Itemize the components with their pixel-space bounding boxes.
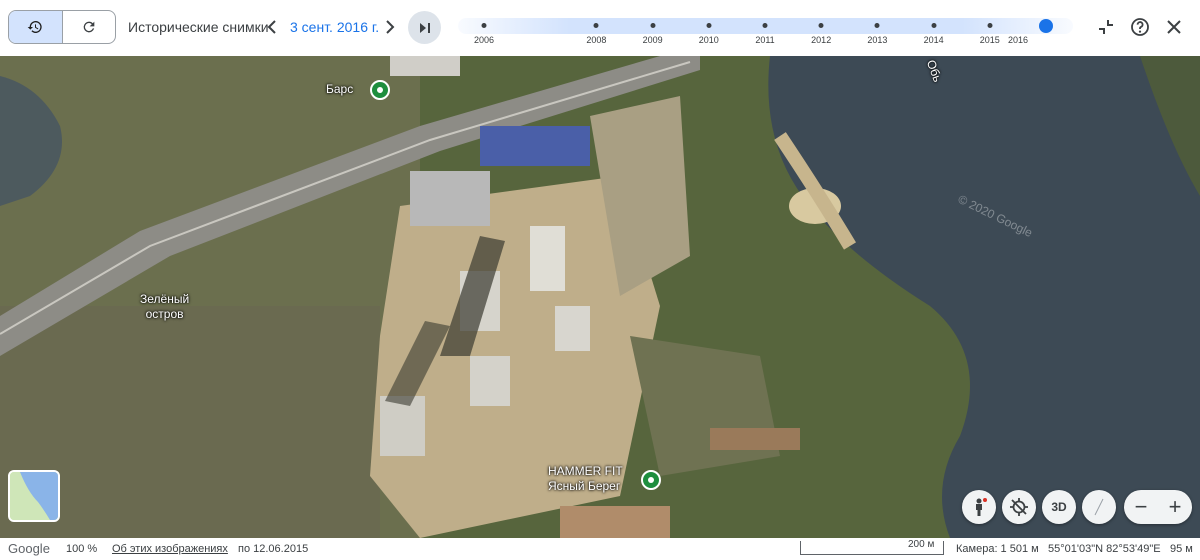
timeline-year-label: 2016 xyxy=(1007,35,1029,45)
history-icon xyxy=(27,21,42,33)
zoom-in-button[interactable]: + xyxy=(1158,490,1192,524)
timeline-dot-2011[interactable] xyxy=(762,23,768,28)
timeline-year-label: 2012 xyxy=(811,35,832,45)
timeline-dot-2015[interactable] xyxy=(987,23,993,28)
minimap-icon xyxy=(10,472,58,520)
google-logo: Google xyxy=(8,541,50,556)
zoom-level: 100 % xyxy=(66,543,98,555)
scale-label: 200 м xyxy=(908,539,935,550)
timeline-dot-2014[interactable] xyxy=(931,23,937,28)
mode-toggle xyxy=(8,10,116,44)
timeline-dot-2012[interactable] xyxy=(818,23,824,28)
historical-imagery-label: Исторические снимки xyxy=(128,19,269,35)
close-button[interactable] xyxy=(1162,15,1186,39)
timeline-year-label: 2009 xyxy=(642,35,663,45)
current-date-label[interactable]: 3 сент. 2016 г. xyxy=(290,19,379,35)
close-icon xyxy=(1167,20,1181,34)
about-imagery-link[interactable]: Об этих изображениях xyxy=(112,543,228,555)
hammer-fit-place-pin[interactable] xyxy=(641,470,661,490)
coordinates: 55°01'03"N 82°53'49"E xyxy=(1048,543,1161,555)
elevation: 95 м xyxy=(1170,543,1193,555)
timeline-dot-2006[interactable] xyxy=(481,23,487,28)
hammer-fit-label[interactable]: HAMMER FIT Ясный Берег xyxy=(548,464,623,494)
refresh-icon xyxy=(83,21,95,33)
imagery-date: по 12.06.2015 xyxy=(238,543,309,555)
timeline-year-label: 2006 xyxy=(473,35,495,45)
location-off-icon xyxy=(1010,498,1028,516)
skip-to-latest-button[interactable] xyxy=(408,11,441,44)
three-d-label: 3D xyxy=(1051,500,1067,514)
timeline-slider[interactable] xyxy=(458,18,1073,34)
skip-to-latest-icon xyxy=(419,22,430,33)
location-off-button[interactable] xyxy=(1002,490,1036,524)
timeline-dot-2010[interactable] xyxy=(706,23,712,28)
timeline-year-label: 2011 xyxy=(755,35,775,45)
timeline-dot-2008[interactable] xyxy=(593,23,599,28)
historical-imagery-toolbar: Исторические снимки 3 сент. 2016 г. 2006… xyxy=(0,0,1200,56)
collapse-button[interactable] xyxy=(1094,15,1118,39)
pegman-icon xyxy=(976,498,987,516)
green-island-label[interactable]: Зелёный остров xyxy=(140,292,189,322)
compass-button[interactable] xyxy=(1082,490,1116,524)
timeline-dot-2009[interactable] xyxy=(650,23,656,28)
bars-place-pin[interactable] xyxy=(370,80,390,100)
street-view-pegman-button[interactable] xyxy=(962,490,996,524)
zoom-control: − + xyxy=(1124,490,1192,524)
history-mode-button[interactable] xyxy=(9,11,63,43)
tilt-3d-button[interactable]: 3D xyxy=(1042,490,1076,524)
bars-label[interactable]: Барс xyxy=(326,82,353,97)
timeline-year-label: 2010 xyxy=(698,35,719,45)
timeline-year-label: 2015 xyxy=(979,35,1000,45)
collapse-icon xyxy=(1099,20,1113,34)
timeline-dot-2013[interactable] xyxy=(874,23,880,28)
timeline-year-label: 2014 xyxy=(923,35,944,45)
timeline-year-label: 2013 xyxy=(867,35,888,45)
status-bar: Google 100 % Об этих изображениях по 12.… xyxy=(0,538,1200,560)
next-date-button[interactable] xyxy=(383,17,397,37)
timeline-handle[interactable] xyxy=(1039,19,1053,33)
current-mode-button[interactable] xyxy=(63,11,116,43)
chevron-left-icon xyxy=(267,20,276,34)
help-button[interactable] xyxy=(1128,15,1152,39)
timeline-year-label: 2008 xyxy=(586,35,607,45)
camera-altitude: Камера: 1 501 м xyxy=(956,543,1039,555)
previous-date-button[interactable] xyxy=(265,17,279,37)
minimap-layer-button[interactable] xyxy=(8,470,60,522)
help-icon xyxy=(1131,18,1149,36)
satellite-map[interactable]: Барс Обь © 2020 Google Зелёный остров HA… xyxy=(0,56,1200,538)
chevron-right-icon xyxy=(386,20,395,34)
compass-icon xyxy=(1094,498,1104,516)
zoom-out-button[interactable]: − xyxy=(1124,490,1158,524)
